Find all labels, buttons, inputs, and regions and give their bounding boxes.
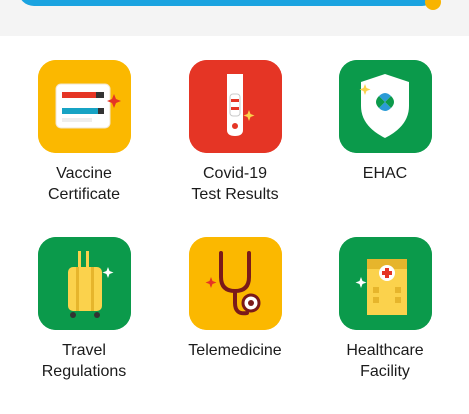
covid-test-icon <box>188 60 282 153</box>
hospital-building-icon <box>338 237 432 330</box>
banner-bar[interactable] <box>18 0 438 6</box>
menu-grid: Vaccine Certificate Covid-19 Test Result… <box>0 36 469 414</box>
menu-item-travel-regulations[interactable]: Travel Regulations <box>9 213 159 383</box>
menu-item-covid-test-results[interactable]: Covid-19 Test Results <box>160 36 310 206</box>
menu-item-label: EHAC <box>362 165 408 182</box>
menu-item-label: Telemedicine <box>188 342 282 359</box>
vaccine-certificate-icon <box>37 60 131 153</box>
ehac-shield-icon <box>338 60 432 153</box>
luggage-icon <box>37 237 131 330</box>
menu-item-ehac[interactable]: EHAC <box>310 36 460 206</box>
menu-item-label: Healthcare Facility <box>346 342 424 380</box>
stethoscope-icon <box>188 237 282 330</box>
menu-item-vaccine-certificate[interactable]: Vaccine Certificate <box>9 36 159 206</box>
menu-item-label: Travel Regulations <box>41 342 127 380</box>
menu-item-label: Covid-19 Test Results <box>191 165 279 203</box>
menu-item-telemedicine[interactable]: Telemedicine <box>160 213 310 383</box>
menu-item-healthcare-facility[interactable]: Healthcare Facility <box>310 213 460 383</box>
menu-item-label: Vaccine Certificate <box>47 165 121 203</box>
